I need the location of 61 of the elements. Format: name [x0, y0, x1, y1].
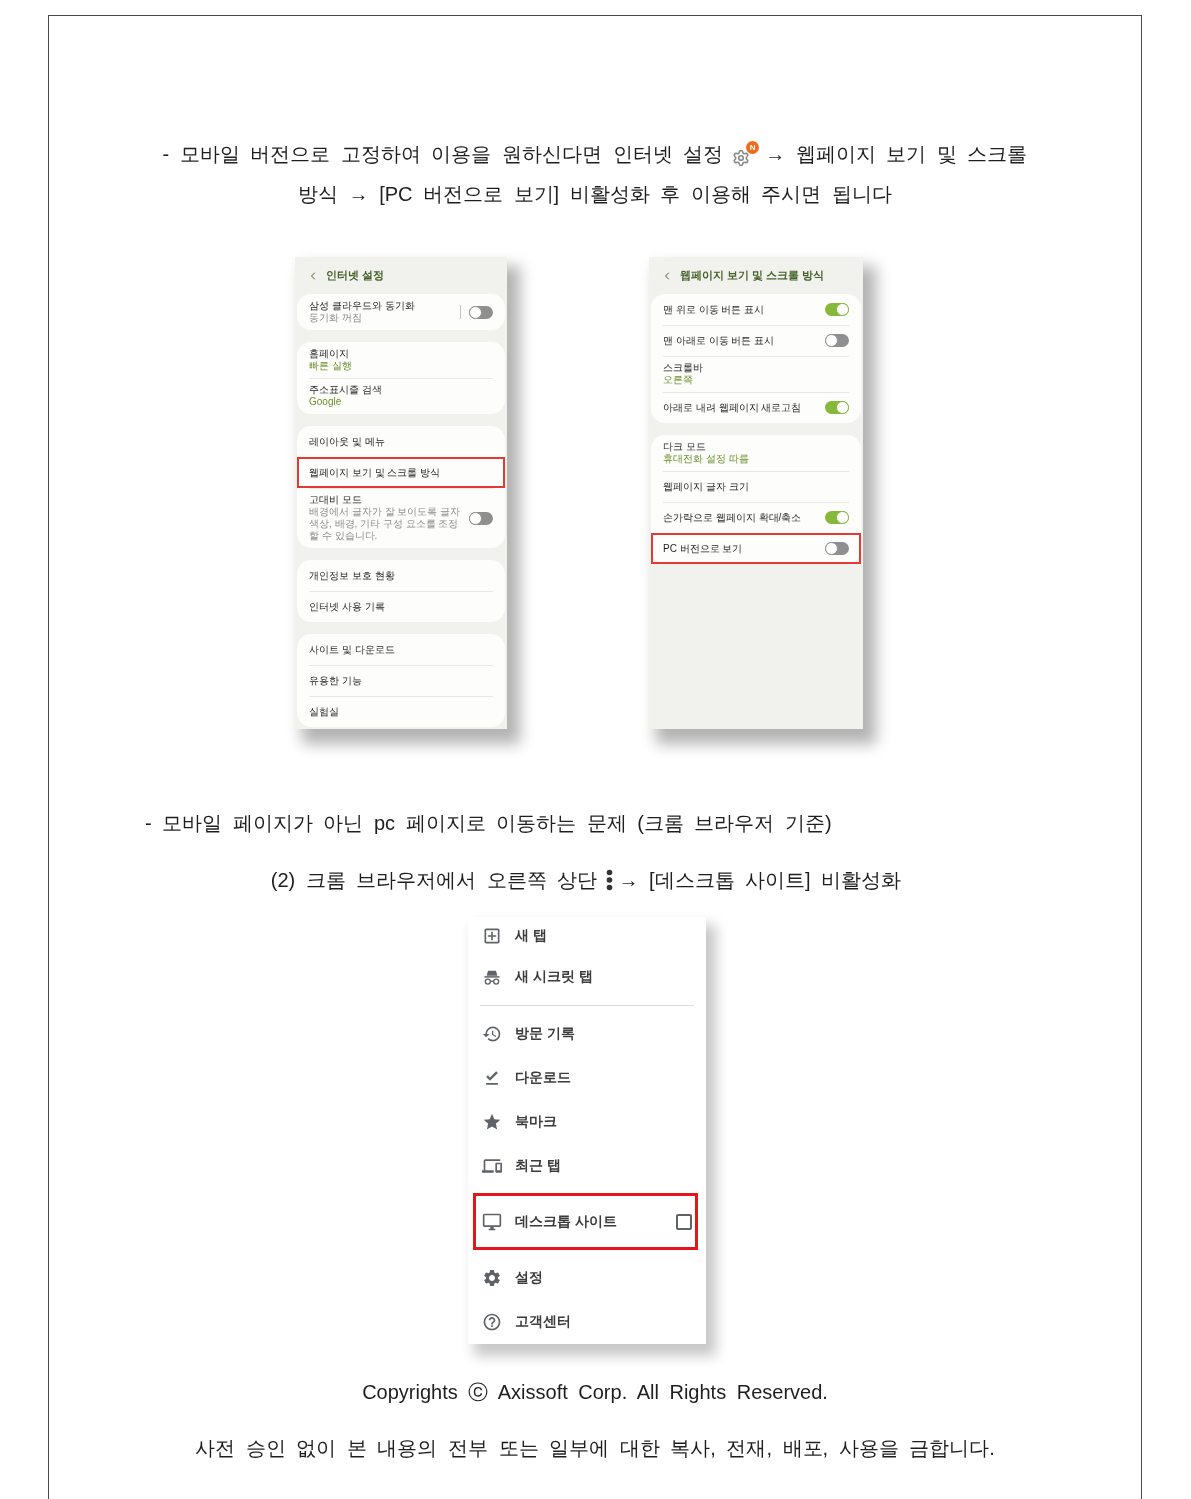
instruction-text: - 모바일 버전으로 고정하여 이용을 원하신다면 인터넷 설정 [162, 142, 724, 167]
screen-title: 웹페이지 보기 및 스크롤 방식 [680, 268, 825, 283]
menu-item[interactable]: 새 시크릿 탭 [482, 955, 692, 999]
setting-label: 레이아웃 및 메뉴 [309, 435, 386, 448]
menu-item[interactable]: 방문 기록 [482, 1012, 692, 1056]
settings-icon [482, 1268, 502, 1288]
toggle-switch[interactable] [825, 334, 849, 347]
instruction-text: → [데스크톱 사이트] 비활성화 [618, 868, 902, 893]
toggle-switch[interactable] [825, 511, 849, 524]
setting-description: 배경에서 글자가 잘 보이도록 글자 색상, 배경, 기타 구성 요소를 조정할 수 있습니다. [309, 506, 461, 542]
setting-label: 맨 위로 이동 버튼 표시 [663, 303, 766, 316]
setting-label: 스크롤바 [663, 362, 704, 374]
setting-label: 웹페이지 보기 및 스크롤 방식 [309, 466, 442, 479]
toggle-switch[interactable] [825, 542, 849, 555]
screen-title: 인터넷 설정 [326, 268, 385, 283]
notification-badge: N [746, 141, 760, 154]
setting-label: PC 버전으로 보기 [663, 542, 744, 555]
history-icon [482, 1024, 502, 1044]
toggle-switch[interactable] [469, 511, 493, 525]
help-icon [482, 1312, 502, 1332]
setting-label: 고대비 모드 [309, 494, 363, 506]
setting-label: 웹페이지 글자 크기 [663, 480, 750, 493]
setting-value: 오른쪽 [663, 374, 694, 386]
settings-icon [732, 149, 751, 167]
menu-item[interactable]: 새 탭 [482, 917, 692, 955]
setting-description: 동기화 꺼짐 [309, 312, 363, 324]
setting-label: 손가락으로 웹페이지 확대/축소 [663, 511, 803, 524]
setting-label: 홈페이지 [309, 348, 350, 360]
setting-label: 인터넷 사용 기록 [309, 600, 386, 613]
instruction-text: - 모바일 페이지가 아닌 pc 페이지로 이동하는 문제 (크롬 브라우저 기준) [145, 811, 832, 836]
menu-item[interactable]: 고객센터 [482, 1300, 692, 1344]
toggle-switch[interactable] [825, 401, 849, 414]
setting-label: 개인정보 보호 현황 [309, 569, 396, 582]
instruction-text: 방식 → [PC 버전으로 보기] 비활성화 후 이용해 주시면 됩니다 [298, 182, 892, 207]
instruction-text: (2) 크롬 브라우저에서 오른쪽 상단 [270, 868, 598, 893]
setting-label: 맨 아래로 이동 버튼 표시 [663, 334, 776, 347]
toggle-switch[interactable] [469, 305, 493, 319]
menu-item[interactable]: 다운로드 [482, 1056, 692, 1100]
laptop-phone-icon [482, 1156, 502, 1176]
menu-item[interactable]: 데스크톱 사이트 [482, 1193, 676, 1250]
setting-value: 빠른 실행 [309, 360, 353, 372]
setting-label: 사이트 및 다운로드 [309, 643, 396, 656]
instruction-text: → 웹페이지 보기 및 스크롤 [765, 142, 1028, 167]
setting-label: 주소표시줄 검색 [309, 384, 383, 396]
star-icon [482, 1112, 502, 1132]
setting-label: 실험실 [309, 705, 340, 718]
setting-label: 아래로 내려 웹페이지 새로고침 [663, 401, 803, 414]
monitor-icon [482, 1211, 502, 1232]
setting-value: 휴대전화 설정 따름 [663, 453, 750, 465]
setting-label: 삼성 클라우드와 동기화 [309, 300, 416, 312]
menu-item[interactable]: 설정 [482, 1256, 692, 1300]
menu-item[interactable]: 최근 탭 [482, 1144, 692, 1188]
setting-label: 유용한 기능 [309, 674, 363, 687]
copyright-text: Copyrights ⓒ Axissoft Corp. All Rights Reserved. [362, 1380, 828, 1405]
setting-label: 다크 모드 [663, 441, 707, 453]
toggle-switch[interactable] [825, 303, 849, 316]
checkbox[interactable] [676, 1213, 692, 1230]
vertical-dots-icon [605, 869, 615, 891]
notice-text: 사전 승인 없이 본 내용의 전부 또는 일부에 대한 복사, 전재, 배포, 사용을 금합니다. [195, 1436, 995, 1461]
setting-value: Google [309, 396, 343, 408]
menu-item[interactable]: 북마크 [482, 1100, 692, 1144]
